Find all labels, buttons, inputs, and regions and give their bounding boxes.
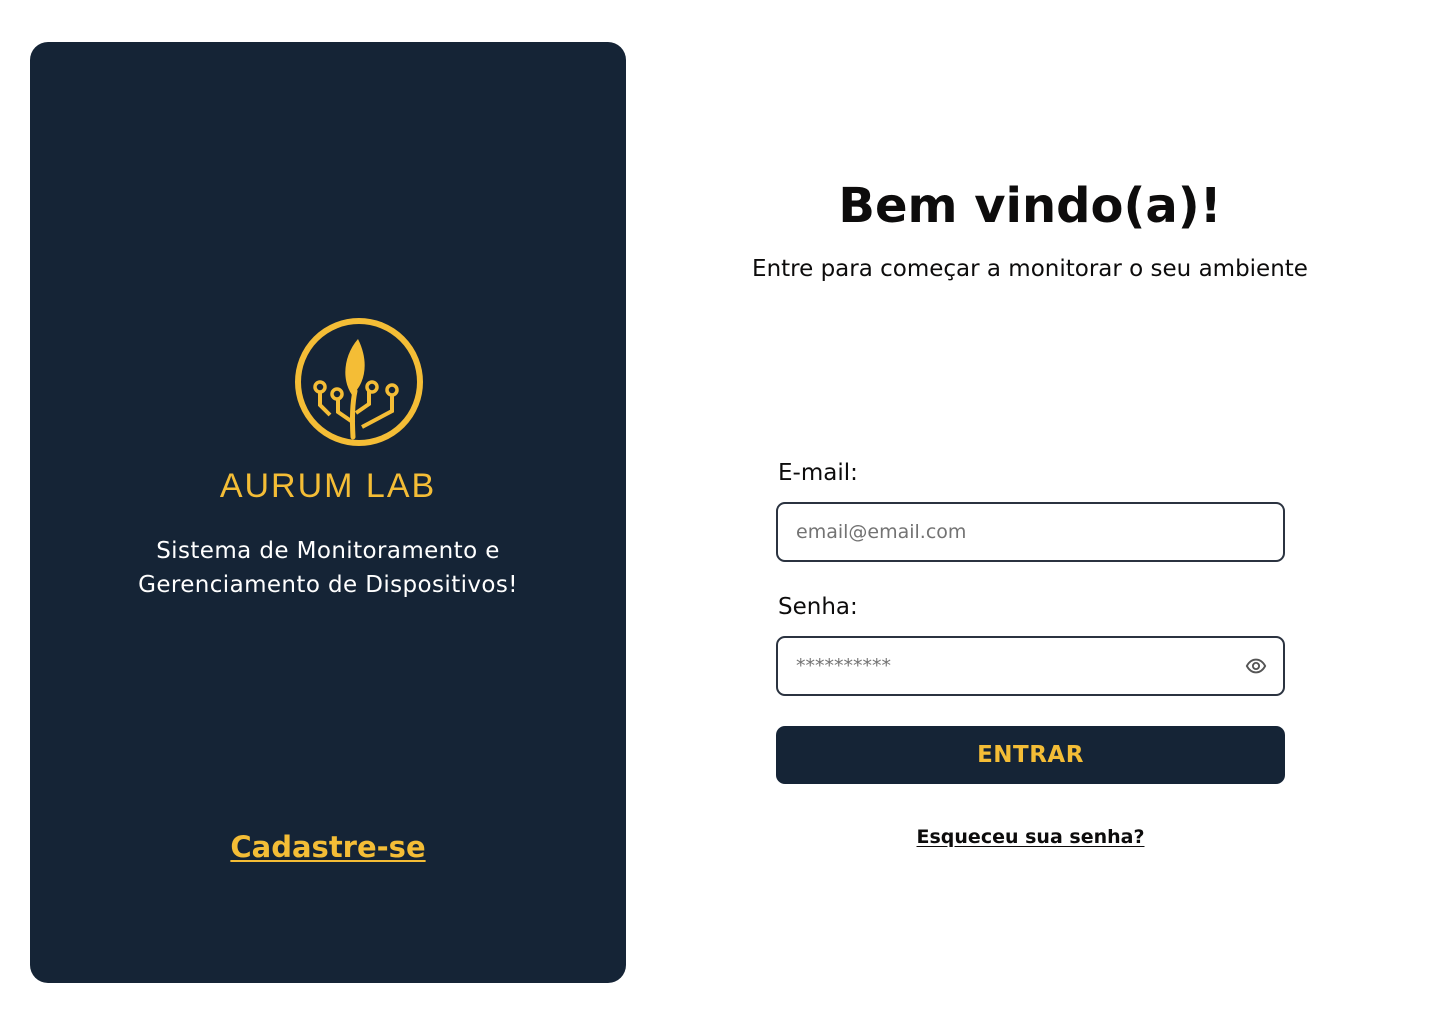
email-input[interactable] xyxy=(796,504,1236,560)
brand-name: AURUM LAB xyxy=(219,467,437,505)
brand-panel: AURUM LAB Sistema de Monitoramento e Ger… xyxy=(30,42,626,983)
forgot-password-link[interactable]: Esqueceu sua senha? xyxy=(917,826,1145,848)
signup-link[interactable]: Cadastre-se xyxy=(230,830,425,864)
password-label: Senha: xyxy=(778,594,858,620)
leaf-circuit-icon xyxy=(295,318,423,446)
brand-tagline: Sistema de Monitoramento e Gerenciamento… xyxy=(90,534,566,602)
page-title: Bem vindo(a)! xyxy=(838,178,1222,234)
login-page: AURUM LAB Sistema de Monitoramento e Ger… xyxy=(0,0,1440,1024)
email-label: E-mail: xyxy=(778,460,858,486)
signup-link-container: Cadastre-se xyxy=(30,830,626,864)
page-subtitle: Entre para começar a monitorar o seu amb… xyxy=(752,256,1308,282)
brand-tagline-line2: Gerenciamento de Dispositivos! xyxy=(138,572,518,598)
submit-button[interactable]: ENTRAR xyxy=(776,726,1285,784)
password-input[interactable] xyxy=(796,638,1236,694)
forgot-password-container: Esqueceu sua senha? xyxy=(776,826,1285,848)
eye-icon[interactable] xyxy=(1245,655,1267,677)
password-field-box xyxy=(776,636,1285,696)
email-field-box xyxy=(776,502,1285,562)
brand-tagline-line1: Sistema de Monitoramento e xyxy=(156,538,500,564)
